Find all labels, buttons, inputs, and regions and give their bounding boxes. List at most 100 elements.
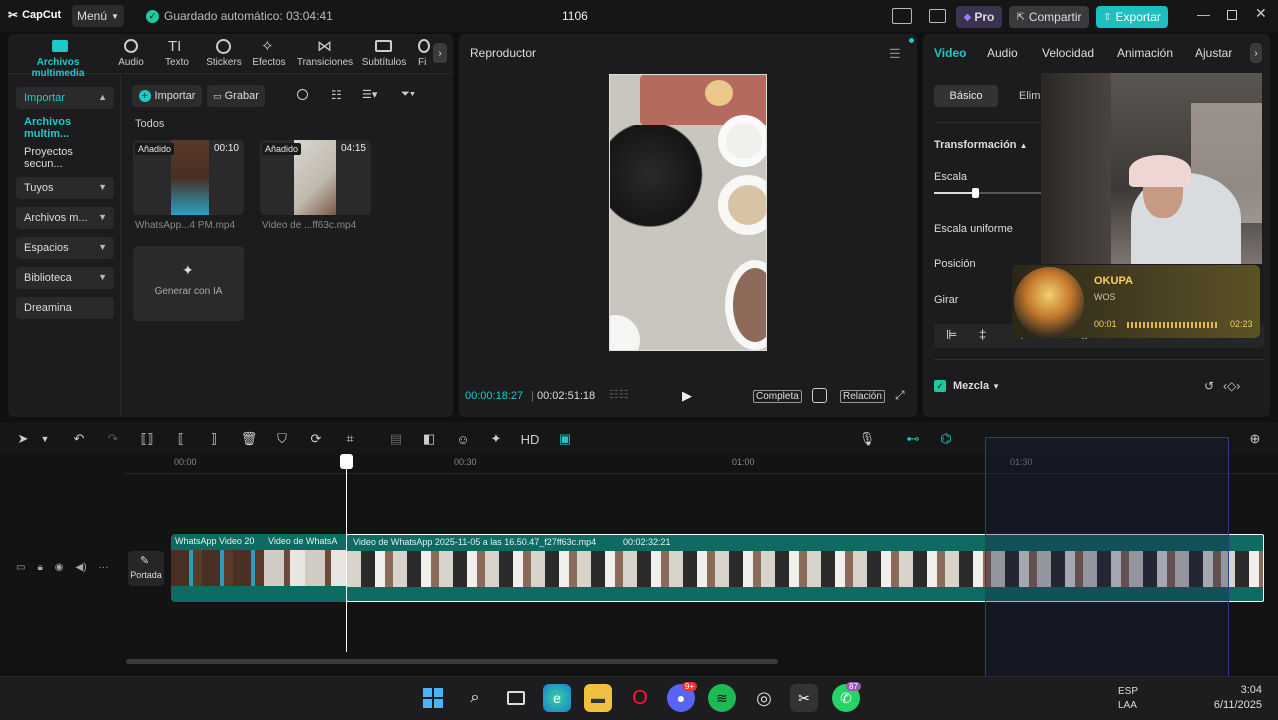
magnet-icon[interactable]: ⌬ (937, 430, 955, 448)
scale-slider[interactable] (934, 188, 1044, 198)
select-tool-icon[interactable]: ➤ (14, 430, 32, 448)
media-item[interactable]: Añadido 00:10 (133, 140, 244, 215)
cover-button[interactable]: ✎ Portada (128, 551, 164, 586)
tab-video[interactable]: Video (934, 46, 966, 60)
subtab-remove[interactable]: Elimi (1019, 90, 1043, 102)
loop-icon[interactable]: ⟳ (307, 430, 325, 448)
play-icon[interactable]: ▶ (682, 388, 692, 404)
shield-icon[interactable]: ⛉ (273, 430, 291, 448)
waveform-icon[interactable]: ☷☷ (609, 388, 629, 401)
minimize-icon[interactable]: — (1197, 7, 1210, 22)
keyframe-icon[interactable]: ‹◇› (1223, 379, 1240, 393)
crop-icon[interactable]: ⌗ (341, 430, 359, 448)
close-icon[interactable]: ✕ (1255, 5, 1267, 22)
video-preview[interactable] (609, 74, 767, 351)
sidebar-item-dreamina[interactable]: Dreamina (16, 297, 114, 319)
share-button[interactable]: ⇱ Compartir (1009, 6, 1089, 28)
obs-icon[interactable]: ◎ (750, 684, 778, 712)
align-center-icon[interactable]: ‡ (979, 327, 986, 342)
person-icon[interactable]: ☺ (454, 430, 472, 448)
redo-icon[interactable]: ↷ (104, 430, 122, 448)
microphone-icon[interactable]: 🎙 (858, 430, 876, 448)
sidebar-item-import[interactable]: Importar ▲ (16, 87, 114, 109)
view-grid-icon[interactable]: ☷ (331, 88, 342, 102)
split-icon[interactable]: ⟦⟧ (138, 430, 156, 448)
tab-transitions[interactable]: ⋈ Transiciones (295, 38, 355, 72)
menu-button[interactable]: Menú ▼ (72, 5, 124, 27)
sidebar-item-yours[interactable]: Tuyos ▼ (16, 177, 114, 199)
spotify-icon[interactable]: ≋ (708, 684, 736, 712)
sidebar-item-subprojects[interactable]: Proyectos secun... (16, 146, 114, 170)
blend-header[interactable]: Mezcla ▼ (953, 380, 1000, 392)
sidebar-item-media[interactable]: Archivos multim... (16, 116, 114, 140)
windows-start-icon[interactable] (419, 684, 447, 712)
split-right-icon[interactable]: ⟧ (205, 430, 223, 448)
tab-media[interactable]: Archivos multimedia (12, 38, 104, 79)
maximize-icon[interactable] (1227, 10, 1237, 20)
reset-icon[interactable]: ↺ (1204, 379, 1214, 393)
zoom-in-icon[interactable]: ⊕ (1246, 430, 1264, 448)
align-left-icon[interactable]: ⊫ (946, 327, 957, 343)
playhead[interactable] (346, 456, 347, 652)
tab-text[interactable]: TI Texto (160, 38, 194, 72)
speaker-icon[interactable]: ◀) (76, 562, 87, 573)
language-indicator[interactable]: ESP (1118, 686, 1138, 697)
clock-date[interactable]: 6/11/2025 (1200, 699, 1262, 711)
sidebar-item-files[interactable]: Archivos m... ▼ (16, 207, 114, 229)
sidebar-item-library[interactable]: Biblioteca ▼ (16, 267, 114, 289)
tab-effects[interactable]: ✧ Efectos (250, 38, 288, 72)
generate-ai-card[interactable]: ✦ Generar con IA (133, 246, 244, 321)
layout-icon[interactable] (892, 8, 912, 24)
split-left-icon[interactable]: ⟦ (172, 430, 190, 448)
quality-button[interactable]: Completa (753, 390, 802, 403)
lock-icon[interactable]: 🔒︎ (37, 562, 42, 573)
playhead-handle[interactable] (340, 454, 353, 469)
chevron-down-icon[interactable]: ▼ (36, 430, 54, 448)
caption-icon[interactable]: ▤ (387, 430, 405, 448)
subtab-basic[interactable]: Básico (934, 85, 998, 107)
timeline-clip[interactable]: Video de WhatsA (264, 534, 346, 602)
delete-icon[interactable]: 🗑 (240, 430, 258, 448)
magic-wand-icon[interactable]: ✦ (487, 430, 505, 448)
keyboard-layout[interactable]: LAA (1118, 700, 1137, 711)
sidebar-item-spaces[interactable]: Espacios ▼ (16, 237, 114, 259)
capcut-icon[interactable]: ✂ (790, 684, 818, 712)
undo-icon[interactable]: ↶ (70, 430, 88, 448)
search-icon[interactable] (297, 89, 308, 100)
hd-icon[interactable]: HD (521, 430, 540, 448)
track-thumbnail-icon[interactable]: ▭ (16, 562, 25, 573)
edge-icon[interactable]: e (543, 684, 571, 712)
eye-icon[interactable]: ◉ (55, 562, 64, 573)
import-button[interactable]: + Importar (132, 85, 202, 107)
more-icon[interactable]: ··· (99, 562, 109, 573)
record-button[interactable]: ▭ Grabar (207, 85, 265, 107)
search-icon[interactable]: ⌕ (461, 684, 489, 712)
file-explorer-icon[interactable]: ▬ (584, 684, 612, 712)
clock-time[interactable]: 3:04 (1214, 684, 1262, 696)
timeline-scrollbar[interactable] (126, 659, 778, 664)
blend-checkbox[interactable]: ✓ (934, 380, 946, 392)
zoom-icon[interactable] (812, 388, 827, 403)
tabs-next-icon[interactable]: › (1250, 43, 1262, 63)
tab-animation[interactable]: Animación (1117, 46, 1173, 60)
ratio-button[interactable]: Relación (840, 390, 885, 403)
filter-icon[interactable]: ⏷▾ (401, 88, 415, 101)
pro-button[interactable]: ◆ Pro (956, 6, 1002, 28)
export-button[interactable]: ⇧ Exportar (1096, 6, 1168, 28)
ai-edit-icon[interactable]: ▣ (556, 430, 574, 448)
opera-icon[interactable]: O (626, 684, 654, 712)
mirror-icon[interactable]: ◧ (420, 430, 438, 448)
media-item[interactable]: Añadido 04:15 (260, 140, 371, 215)
sort-icon[interactable]: ☰▾ (362, 88, 377, 101)
task-view-icon[interactable] (502, 684, 530, 712)
timeline-clip[interactable]: WhatsApp Video 20 (171, 534, 264, 602)
transform-header[interactable]: Transformación ▲ (934, 139, 1028, 151)
tab-speed[interactable]: Velocidad (1042, 46, 1094, 60)
menu-icon[interactable]: ☰ (889, 46, 901, 62)
fullscreen-icon[interactable]: ⤢ (895, 388, 905, 403)
scale-slider-handle[interactable] (972, 188, 979, 198)
shortcuts-icon[interactable] (929, 9, 946, 23)
tab-adjust[interactable]: Ajustar (1195, 46, 1232, 60)
tab-audio[interactable]: Audio (987, 46, 1018, 60)
tab-filters[interactable]: Fi (416, 38, 432, 72)
